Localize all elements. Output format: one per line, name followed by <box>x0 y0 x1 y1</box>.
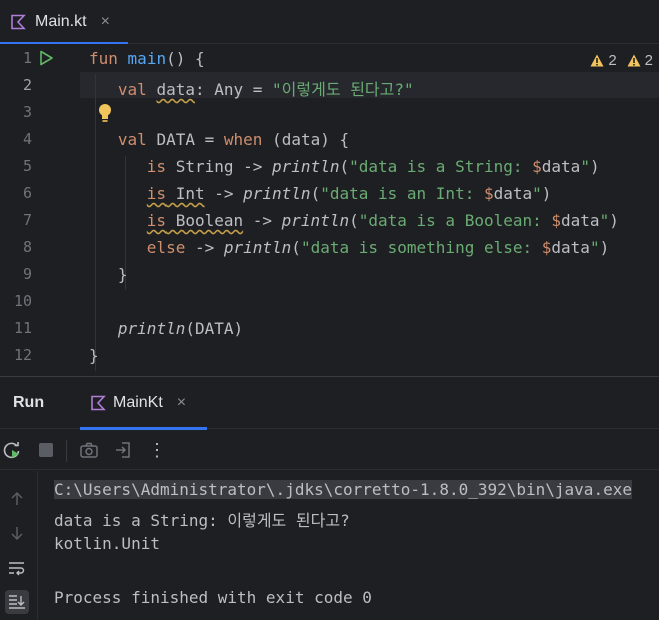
code-line-1: fun main() { <box>89 49 205 68</box>
scroll-to-end-icon[interactable] <box>5 590 29 614</box>
code-line-6: is Int -> println("data is an Int: $data… <box>146 184 552 203</box>
run-tool-window: Run MainKt × ⋮ C:\Users\Administrator\.j… <box>0 376 659 620</box>
console-command-line: C:\Users\Administrator\.jdks\corretto-1.… <box>54 480 632 499</box>
editor-tab-bar: Main.kt × <box>0 0 659 45</box>
restore-layout-icon[interactable] <box>113 440 133 460</box>
line-number: 7 <box>22 211 32 229</box>
weak-warning-icon <box>627 54 641 67</box>
more-options-icon[interactable]: ⋮ <box>147 440 167 460</box>
line-number: 6 <box>22 184 32 202</box>
stop-button[interactable] <box>36 440 56 460</box>
run-title: Run <box>13 394 45 411</box>
run-toolbar: ⋮ <box>0 430 659 470</box>
kotlin-run-config-icon <box>90 395 106 411</box>
kotlin-file-icon <box>10 14 26 30</box>
console-output-line: kotlin.Unit <box>54 534 160 553</box>
soft-wrap-icon[interactable] <box>5 556 29 580</box>
tab-mainkt[interactable]: MainKt × <box>80 377 207 430</box>
line-number: 12 <box>13 346 32 364</box>
arrow-up-icon[interactable] <box>5 487 29 511</box>
code-line-9: } <box>117 265 128 284</box>
code-line-8: else -> println("data is something else:… <box>146 238 610 257</box>
code-line-7: is Boolean -> println("data is a Boolean… <box>146 211 619 230</box>
toolbar-separator <box>66 440 67 462</box>
line-number: 1 <box>22 49 32 67</box>
console-output-line: data is a String: 이렇게도 된다고? <box>54 511 350 530</box>
code-line-5: is String -> println("data is a String: … <box>146 157 600 176</box>
lightbulb-icon[interactable] <box>97 103 113 123</box>
camera-icon[interactable] <box>79 440 99 460</box>
tab-close-icon[interactable]: × <box>101 13 110 31</box>
tab-label: Main.kt <box>35 13 87 30</box>
inspection-widget[interactable]: 2 2 <box>580 52 653 69</box>
tab-main-kt[interactable]: Main.kt × <box>0 0 128 45</box>
warning-count: 2 <box>608 52 617 69</box>
line-number: 8 <box>22 238 32 256</box>
line-number: 4 <box>22 130 32 148</box>
code-line-4: val DATA = when (data) { <box>117 130 350 149</box>
run-tab-label: MainKt <box>113 394 163 411</box>
rerun-button[interactable] <box>2 440 22 460</box>
arrow-down-icon[interactable] <box>5 521 29 545</box>
console-exit-line: Process finished with exit code 0 <box>54 588 372 607</box>
run-main-gutter-icon[interactable] <box>38 50 54 66</box>
line-number: 11 <box>13 319 32 337</box>
line-number: 5 <box>22 157 32 175</box>
line-number: 9 <box>22 265 32 283</box>
warning-icon <box>590 54 604 67</box>
line-number: 10 <box>13 292 32 310</box>
run-tab-close-icon[interactable]: × <box>177 394 186 412</box>
code-line-2: val data: Any = "이렇게도 된다고?" <box>117 80 414 99</box>
line-number: 2 <box>22 76 32 94</box>
weak-warning-count: 2 <box>644 52 653 69</box>
code-editor[interactable]: 1 2 3 4 5 6 7 8 9 10 11 12 2 2 fun main(… <box>0 44 659 376</box>
run-tool-header: Run MainKt × <box>0 377 659 430</box>
code-line-12: } <box>89 346 99 365</box>
console-side-toolbar <box>0 471 38 620</box>
editor-gutter: 1 2 3 4 5 6 7 8 9 10 11 12 <box>0 44 80 376</box>
code-line-11: println(DATA) <box>117 319 244 338</box>
line-number: 3 <box>22 103 32 121</box>
